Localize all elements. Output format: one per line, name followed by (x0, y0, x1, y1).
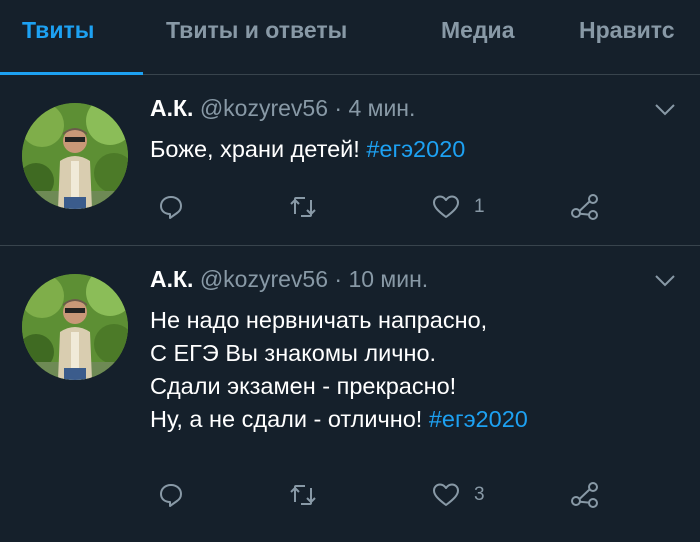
author-name[interactable]: А.К. (150, 95, 193, 121)
tab-tweets-and-replies[interactable]: Твиты и ответы (166, 17, 347, 44)
like-button[interactable]: 1 (432, 190, 485, 224)
retweet-icon (290, 485, 316, 505)
tweet-actions: 1 (150, 190, 620, 224)
tab-tweets[interactable]: Твиты (22, 17, 94, 44)
profile-tabs: Твиты Твиты и ответы Медиа Нравитс (0, 0, 700, 75)
author-handle[interactable]: @kozyrev56 (200, 95, 328, 121)
author-name[interactable]: А.К. (150, 266, 193, 292)
tweet-text-line: Боже, храни детей! (150, 136, 360, 162)
author-handle[interactable]: @kozyrev56 (200, 266, 328, 292)
tweet-text: Боже, храни детей! #егэ2020 (150, 133, 465, 166)
hashtag-link[interactable]: #егэ2020 (429, 406, 528, 432)
like-count: 3 (474, 484, 485, 505)
tweet-text-line: Ну, а не сдали - отлично! (150, 406, 423, 432)
tweet-text: Не надо нервничать напрасно, С ЕГЭ Вы зн… (150, 304, 528, 436)
like-icon (433, 195, 459, 218)
share-button[interactable] (570, 478, 600, 512)
retweet-button[interactable] (288, 190, 318, 224)
avatar[interactable] (22, 103, 128, 209)
tweet-actions: 3 (150, 478, 620, 512)
reply-icon (160, 484, 182, 507)
share-icon (571, 194, 598, 220)
reply-button[interactable] (158, 190, 184, 224)
retweet-icon (290, 197, 316, 217)
like-count: 1 (474, 196, 485, 217)
reply-button[interactable] (158, 478, 184, 512)
tab-likes[interactable]: Нравитс (579, 17, 674, 44)
hashtag-link[interactable]: #егэ2020 (366, 136, 465, 162)
share-icon (571, 482, 598, 508)
reply-icon (160, 196, 182, 219)
tweet[interactable]: А.К. @kozyrev56 · 4 мин. Боже, храни дет… (0, 75, 700, 246)
like-icon (433, 483, 459, 506)
tweet-text-line: С ЕГЭ Вы знакомы лично. (150, 340, 437, 366)
chevron-down-icon[interactable] (654, 274, 676, 288)
tweet-header: А.К. @kozyrev56 · 10 мин. (150, 266, 428, 293)
retweet-button[interactable] (288, 478, 318, 512)
tweet-time[interactable]: · 10 мин. (334, 266, 428, 292)
chevron-down-icon[interactable] (654, 103, 676, 117)
share-button[interactable] (570, 190, 600, 224)
tweet-text-line: Сдали экзамен - прекрасно! (150, 373, 457, 399)
tweet-time[interactable]: · 4 мин. (334, 95, 415, 121)
avatar[interactable] (22, 274, 128, 380)
tweet-text-line: Не надо нервничать напрасно, (150, 307, 488, 333)
like-button[interactable]: 3 (432, 478, 485, 512)
tweet[interactable]: А.К. @kozyrev56 · 10 мин. Не надо нервни… (0, 246, 700, 542)
tweet-header: А.К. @kozyrev56 · 4 мин. (150, 95, 415, 122)
tab-media[interactable]: Медиа (441, 17, 514, 44)
